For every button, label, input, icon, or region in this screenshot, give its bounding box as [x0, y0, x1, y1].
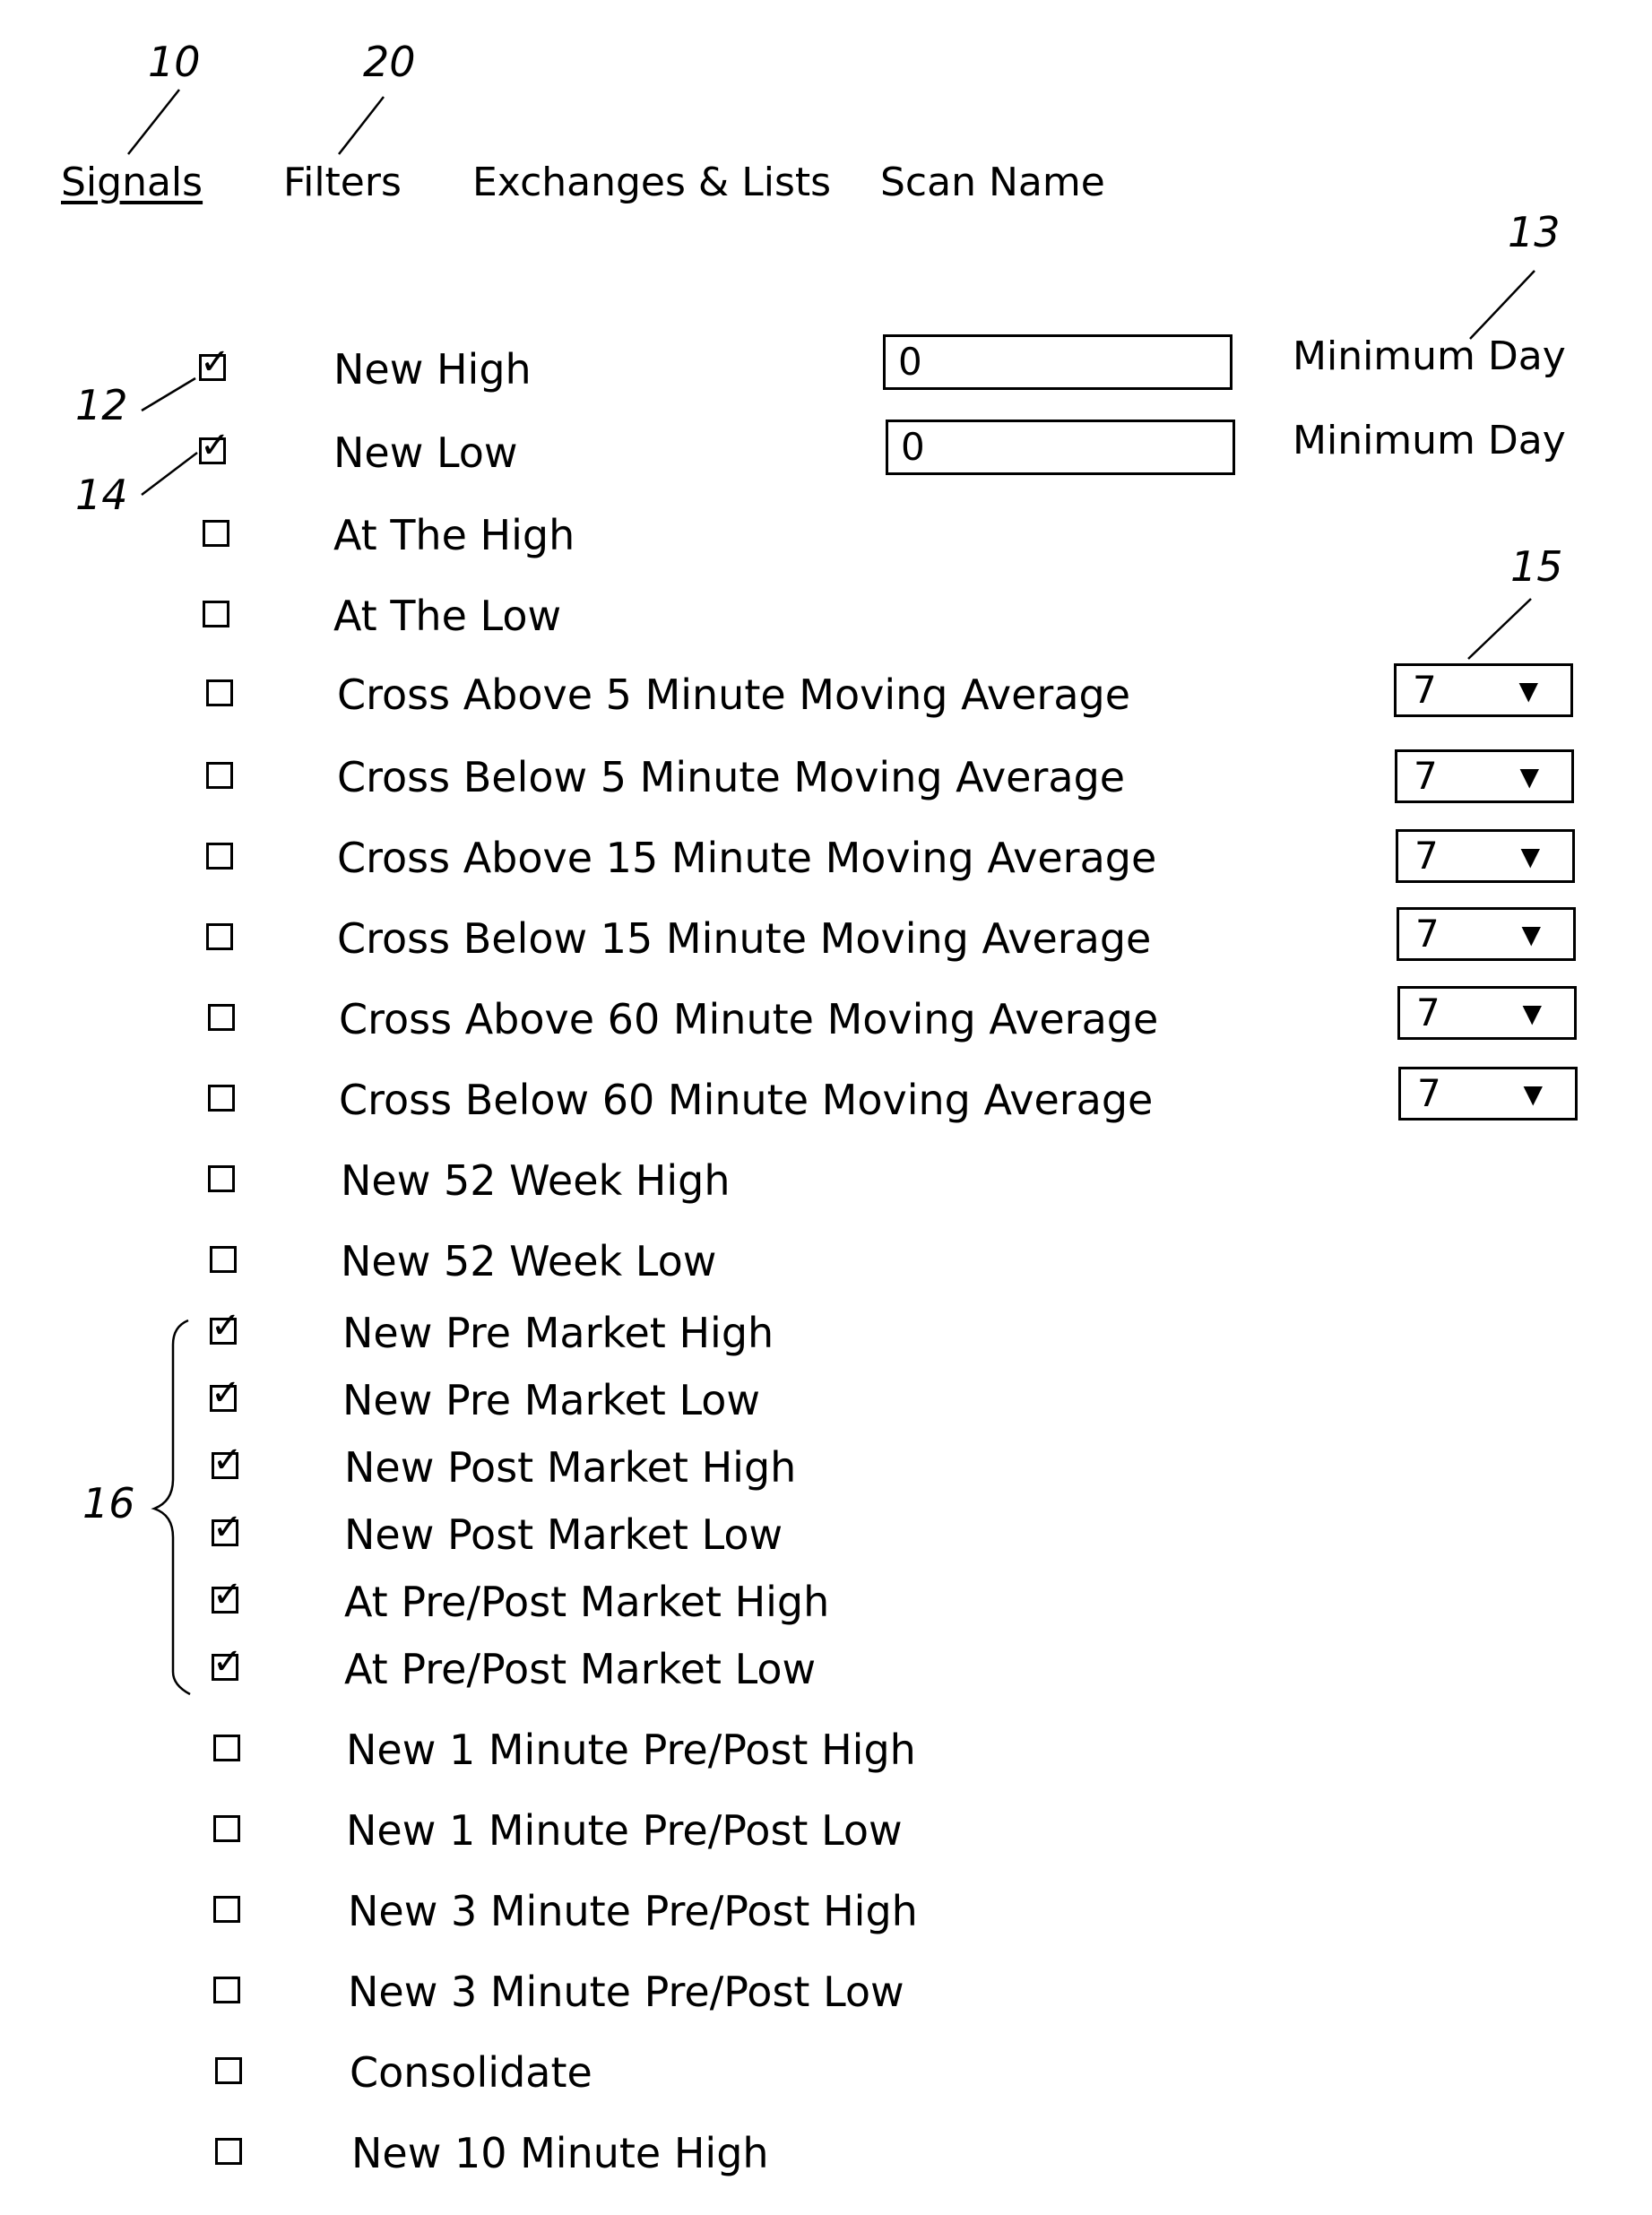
moving-average-period-dropdown[interactable]: 7 ▼ — [1397, 907, 1576, 961]
signal-label: New 3 Minute Pre/Post Low — [348, 1968, 904, 2016]
signal-checkbox[interactable] — [206, 762, 233, 789]
moving-average-period-dropdown[interactable]: 7 ▼ — [1395, 749, 1574, 803]
check-icon: ✓ — [212, 1440, 243, 1481]
signal-label: Cross Above 60 Minute Moving Average — [339, 995, 1159, 1043]
leader-line-20 — [338, 96, 385, 155]
leader-line-14 — [141, 452, 198, 496]
signal-label: New Post Market High — [344, 1443, 797, 1492]
signal-checkbox[interactable] — [213, 1735, 240, 1761]
signal-label: Cross Above 5 Minute Moving Average — [337, 671, 1131, 719]
dropdown-arrow-icon: ▼ — [1518, 676, 1538, 705]
signal-label: New 52 Week Low — [341, 1237, 717, 1285]
signal-label: New Pre Market High — [342, 1309, 774, 1357]
dropdown-value: 7 — [1415, 912, 1440, 956]
moving-average-period-dropdown[interactable]: 7 ▼ — [1396, 829, 1575, 883]
check-icon: ✓ — [211, 1305, 241, 1346]
dropdown-arrow-icon: ▼ — [1520, 842, 1540, 871]
signal-label: Cross Below 5 Minute Moving Average — [337, 753, 1126, 801]
leader-line-10 — [127, 89, 180, 155]
dropdown-arrow-icon: ▼ — [1519, 762, 1539, 792]
moving-average-period-dropdown[interactable]: 7 ▼ — [1397, 986, 1577, 1040]
signal-checkbox[interactable] — [206, 923, 233, 950]
check-icon: ✓ — [211, 1372, 241, 1414]
dropdown-value: 7 — [1414, 834, 1439, 878]
signal-checkbox[interactable] — [206, 679, 233, 706]
moving-average-period-dropdown[interactable]: 7 ▼ — [1398, 1067, 1578, 1120]
signal-label: At Pre/Post Market High — [344, 1578, 830, 1626]
signal-checkbox[interactable]: ✓ — [212, 1644, 243, 1681]
signal-label: New 52 Week High — [341, 1156, 731, 1205]
dropdown-arrow-icon: ▼ — [1523, 1079, 1543, 1109]
signal-checkbox[interactable] — [208, 1004, 235, 1031]
leader-line-12 — [141, 376, 196, 412]
signal-label: New Pre Market Low — [342, 1376, 761, 1424]
min-day-input-new-high[interactable]: 0 — [883, 334, 1233, 390]
signal-label: Cross Below 60 Minute Moving Average — [339, 1076, 1154, 1124]
signal-label: Cross Below 15 Minute Moving Average — [337, 914, 1152, 963]
signal-checkbox[interactable]: ✓ — [199, 344, 230, 381]
leader-line-15 — [1467, 598, 1532, 660]
leader-line-13 — [1469, 270, 1535, 340]
signal-checkbox[interactable]: ✓ — [212, 1442, 243, 1479]
signal-checkbox[interactable] — [206, 843, 233, 870]
signal-label: Consolidate — [350, 2048, 592, 2097]
signal-label: Cross Above 15 Minute Moving Average — [337, 834, 1157, 882]
signal-checkbox[interactable] — [215, 2057, 242, 2084]
dropdown-value: 7 — [1414, 754, 1438, 798]
signal-checkbox[interactable]: ✓ — [199, 428, 230, 464]
signal-label: New Low — [333, 428, 518, 477]
signal-checkbox[interactable] — [213, 1896, 240, 1923]
check-icon: ✓ — [200, 425, 230, 466]
check-icon: ✓ — [212, 1507, 243, 1548]
min-day-label-new-high: Minimum Day — [1293, 333, 1566, 379]
signal-checkbox[interactable] — [208, 1085, 235, 1112]
signal-label: New 3 Minute Pre/Post High — [348, 1887, 918, 1935]
min-day-input-new-low[interactable]: 0 — [886, 420, 1235, 475]
min-day-label-new-low: Minimum Day — [1293, 418, 1566, 463]
signal-label: New 1 Minute Pre/Post High — [346, 1726, 916, 1774]
dropdown-value: 7 — [1417, 1071, 1441, 1115]
check-icon: ✓ — [212, 1574, 243, 1615]
signal-checkbox[interactable]: ✓ — [212, 1510, 243, 1546]
dropdown-value: 7 — [1416, 991, 1440, 1034]
signal-checkbox[interactable] — [208, 1165, 235, 1192]
bracket-16 — [151, 1319, 191, 1696]
signal-checkbox[interactable] — [210, 1246, 237, 1273]
signal-checkbox[interactable]: ✓ — [210, 1375, 241, 1412]
signal-checkbox[interactable]: ✓ — [210, 1308, 241, 1345]
dropdown-value: 7 — [1413, 668, 1437, 712]
moving-average-period-dropdown[interactable]: 7 ▼ — [1394, 663, 1573, 717]
signal-checkbox[interactable] — [213, 1815, 240, 1842]
signal-label: New 10 Minute High — [351, 2129, 769, 2177]
signal-label: At The Low — [333, 592, 562, 640]
signal-label: At The High — [333, 511, 575, 559]
signal-label: New High — [333, 345, 532, 394]
dropdown-arrow-icon: ▼ — [1521, 920, 1541, 949]
signal-checkbox[interactable] — [215, 2138, 242, 2165]
signal-checkbox[interactable] — [213, 1977, 240, 2003]
signal-checkbox[interactable]: ✓ — [212, 1577, 243, 1614]
check-icon: ✓ — [212, 1641, 243, 1683]
dropdown-arrow-icon: ▼ — [1522, 999, 1542, 1028]
signal-label: New Post Market Low — [344, 1510, 783, 1559]
signal-checkbox[interactable] — [203, 520, 229, 547]
signal-label: At Pre/Post Market Low — [344, 1645, 817, 1693]
signal-checkbox[interactable] — [203, 601, 229, 627]
check-icon: ✓ — [200, 342, 230, 383]
signal-label: New 1 Minute Pre/Post Low — [346, 1806, 903, 1855]
